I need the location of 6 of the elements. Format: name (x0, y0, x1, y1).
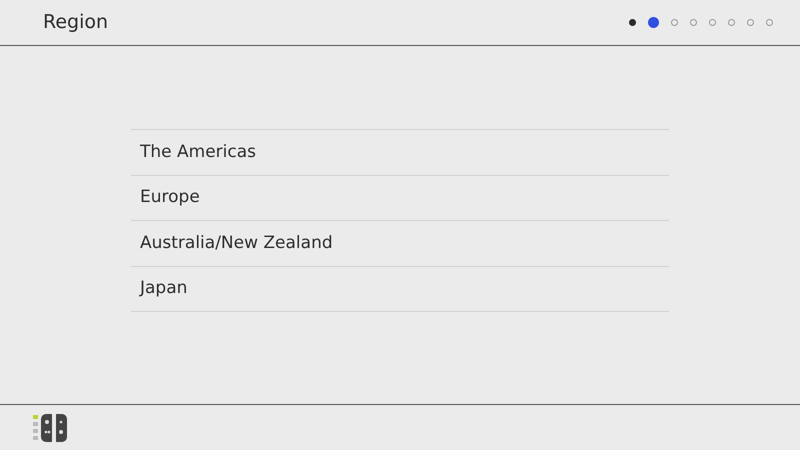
region-option[interactable]: The Americas (131, 130, 669, 176)
region-option[interactable]: Europe (131, 176, 669, 221)
region-option[interactable]: Australia/New Zealand (131, 221, 669, 266)
page-title: Region (43, 10, 108, 36)
controller-icon (33, 412, 70, 442)
region-option[interactable]: Japan (131, 266, 669, 312)
